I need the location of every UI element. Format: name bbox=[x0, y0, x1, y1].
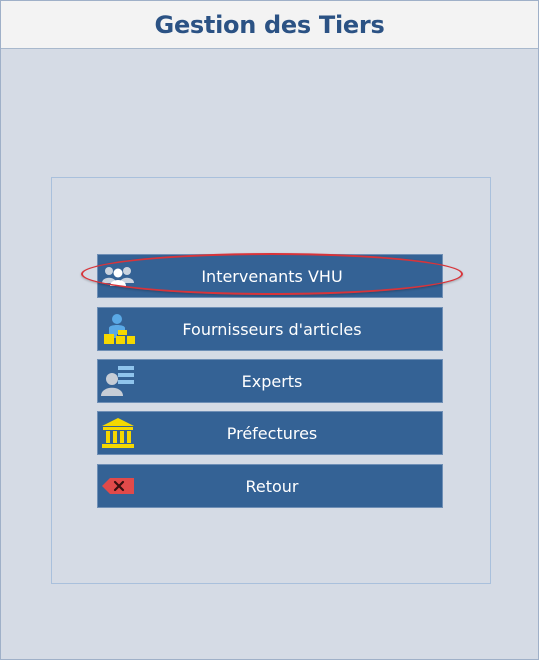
retour-button[interactable]: Retour bbox=[97, 464, 443, 508]
expert-person-list-icon bbox=[100, 364, 136, 398]
intervenants-vhu-label: Intervenants VHU bbox=[201, 266, 343, 286]
prefectures-label: Préfectures bbox=[226, 423, 318, 443]
supplier-person-boxes-icon bbox=[100, 312, 136, 346]
retour-label: Retour bbox=[245, 476, 299, 496]
intervenants-vhu-button[interactable]: Intervenants VHU bbox=[97, 254, 443, 298]
window-title: Gestion des Tiers bbox=[154, 10, 385, 39]
fournisseurs-articles-button[interactable]: Fournisseurs d'articles bbox=[97, 307, 443, 351]
experts-label: Experts bbox=[241, 371, 303, 391]
group-users-icon bbox=[100, 259, 136, 293]
experts-button[interactable]: Experts bbox=[97, 359, 443, 403]
back-delete-icon bbox=[100, 469, 136, 503]
prefecture-building-icon bbox=[100, 416, 136, 450]
main-window: Gestion des Tiers Intervenants VHU Fourn… bbox=[0, 0, 539, 660]
fournisseurs-articles-label: Fournisseurs d'articles bbox=[182, 319, 362, 339]
title-bar: Gestion des Tiers bbox=[1, 1, 538, 49]
prefectures-button[interactable]: Préfectures bbox=[97, 411, 443, 455]
